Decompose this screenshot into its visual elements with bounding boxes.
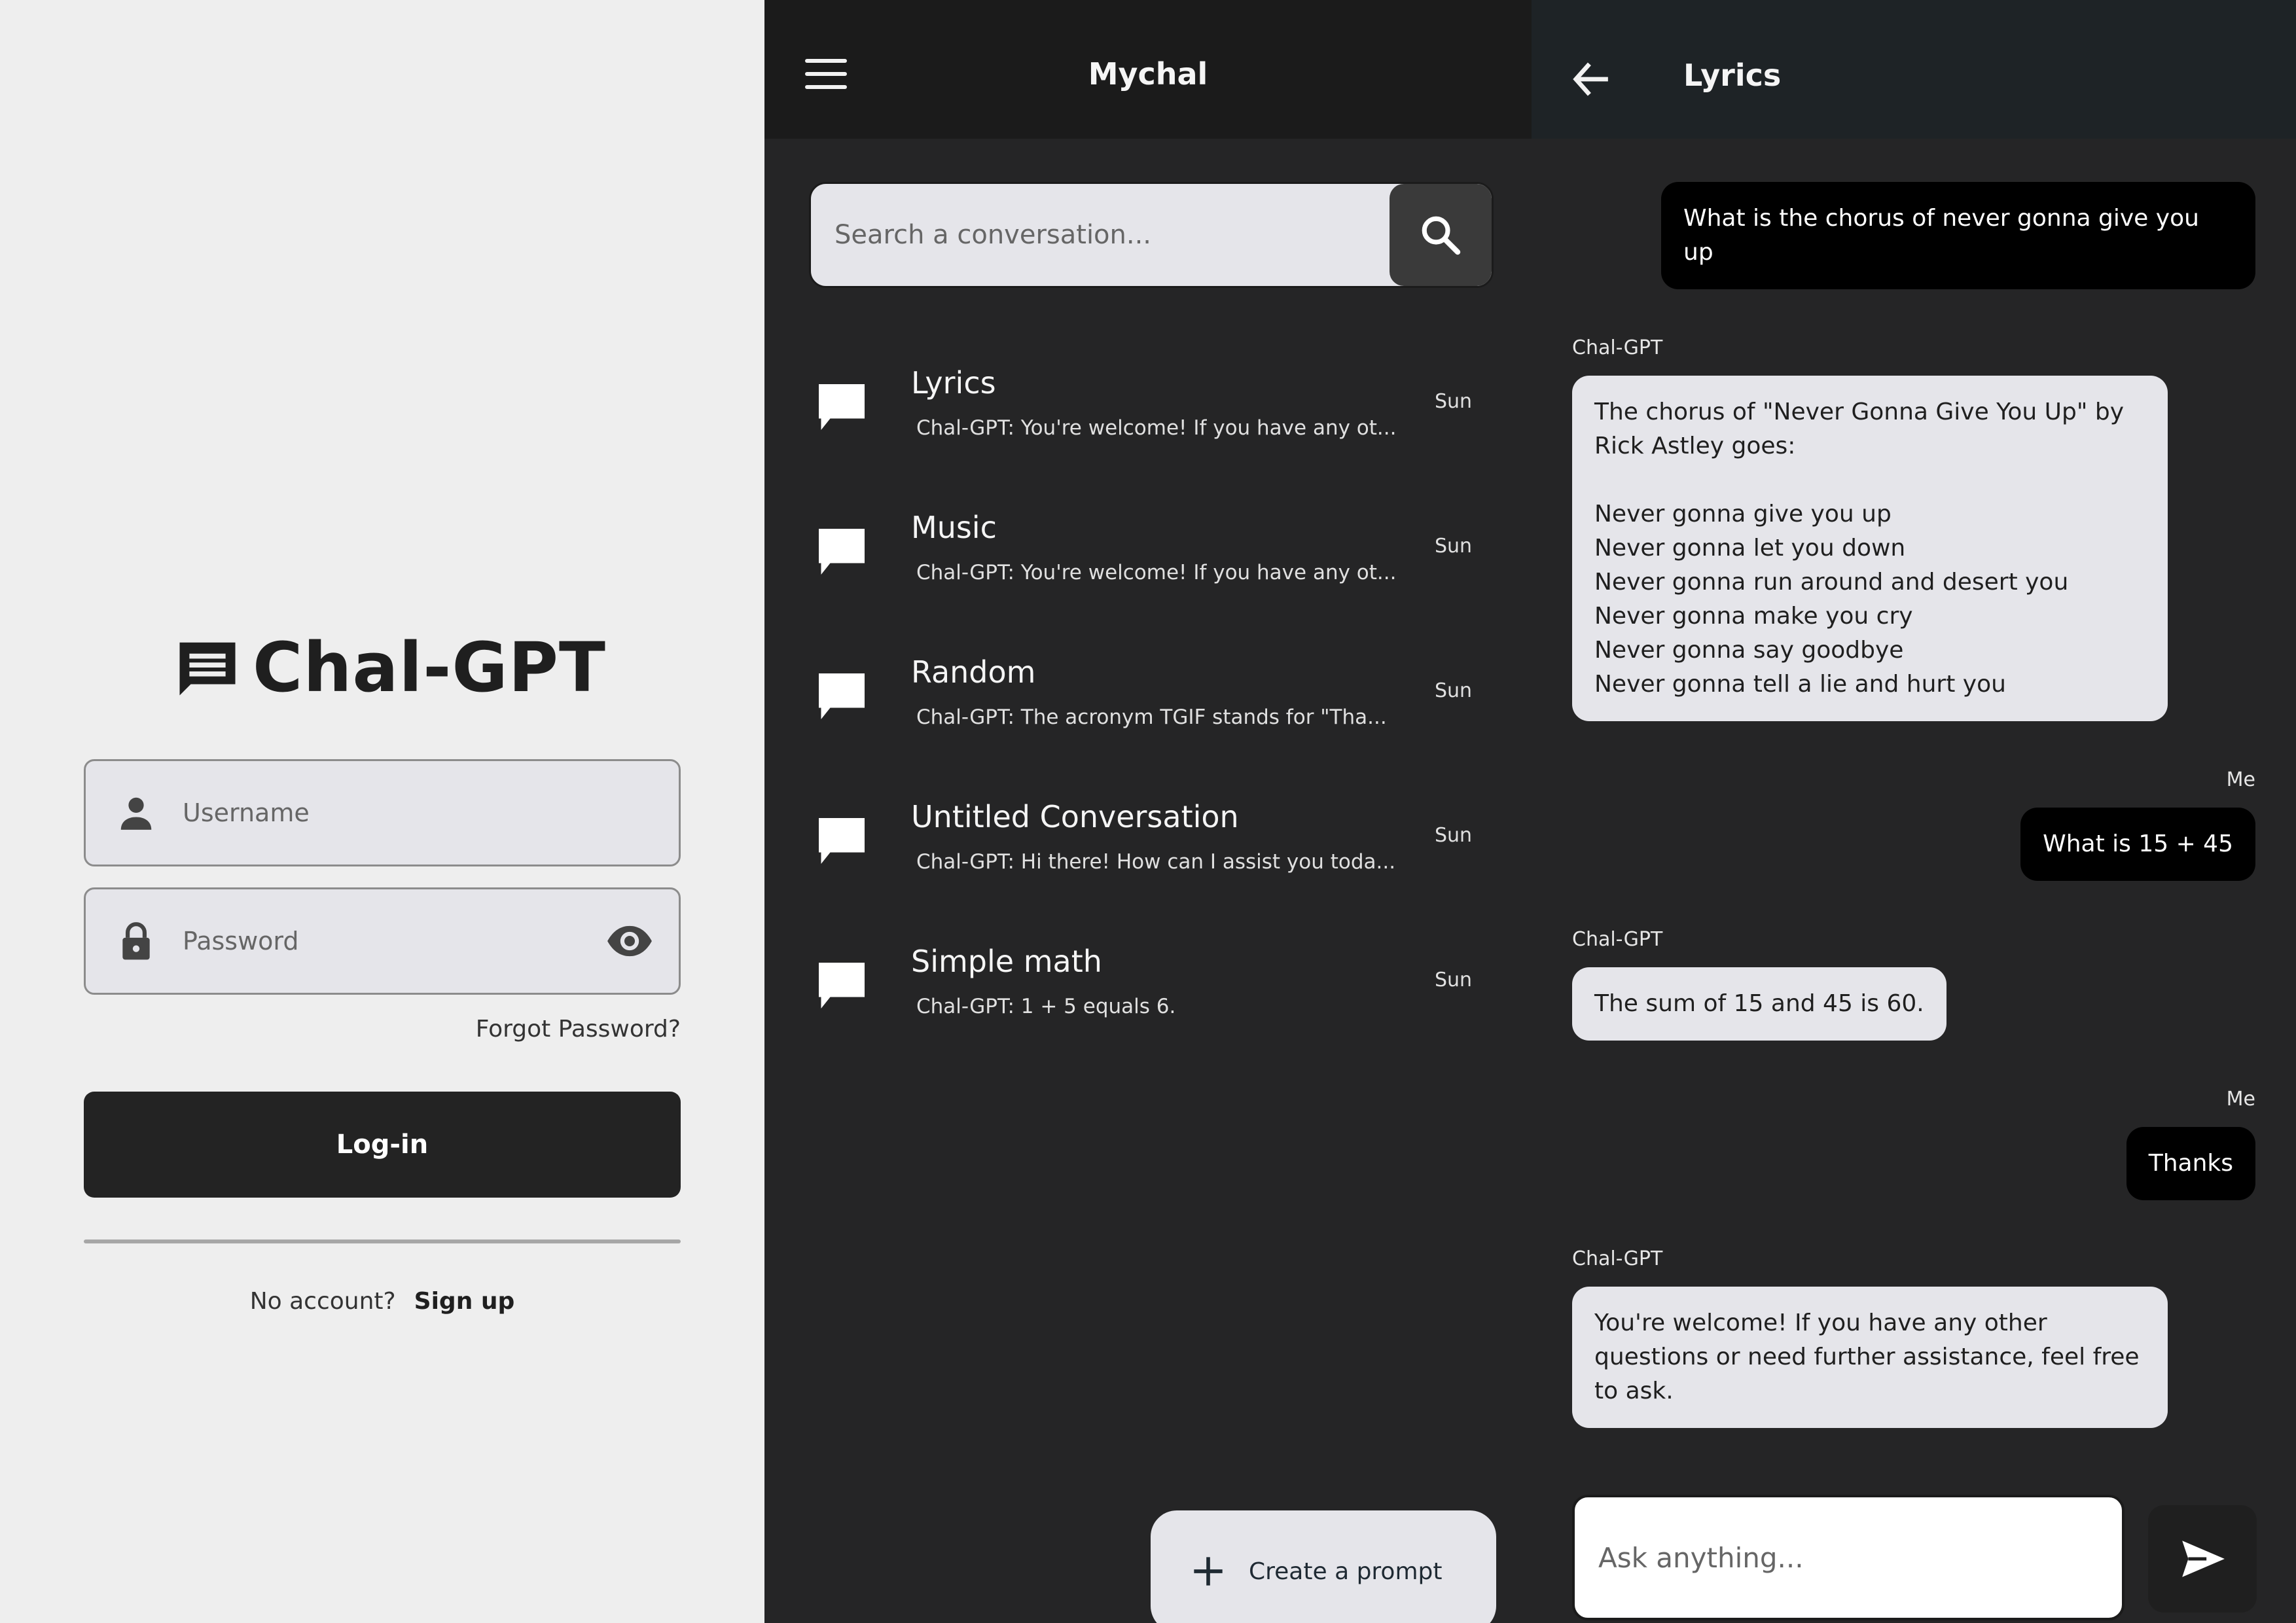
search-button[interactable]: [1390, 184, 1492, 286]
arrow-left-icon[interactable]: [1571, 59, 1611, 99]
sender-label: Me: [2226, 1088, 2255, 1111]
conversation-item-simple-math[interactable]: Simple math Chal-GPT: 1 + 5 equals 6. Su…: [764, 932, 1532, 1063]
eye-icon[interactable]: [605, 917, 654, 965]
search-icon: [1422, 216, 1461, 255]
search-input[interactable]: [834, 184, 1371, 286]
search-bar: [809, 182, 1494, 288]
sender-label: Chal-GPT: [1572, 928, 1663, 951]
lock-icon: [122, 922, 150, 960]
send-icon: [2182, 1541, 2225, 1577]
divider: [84, 1240, 681, 1243]
list-title: Mychal: [1088, 56, 1208, 92]
message-bubble-ai: You're welcome! If you have any other qu…: [1572, 1287, 2168, 1428]
conversation-day: Sun: [1435, 535, 1473, 558]
chat-bubble-icon: [819, 529, 865, 575]
conversation-preview: Chal-GPT: The acronym TGIF stands for "T…: [916, 705, 1387, 729]
conversation-list-screen: Mychal Lyrics Chal-GPT: You're welcome! …: [764, 0, 1532, 1623]
message-bubble-me: Thanks: [2126, 1127, 2255, 1200]
chat-title: Lyrics: [1683, 58, 1782, 93]
conversation-item-random[interactable]: Random Chal-GPT: The acronym TGIF stands…: [764, 643, 1532, 774]
conversation-name: Random: [911, 654, 1036, 690]
no-account-label: No account?: [249, 1288, 396, 1315]
chat-bubble-icon: [819, 818, 865, 864]
chat-lines-icon: [179, 642, 236, 696]
message-input[interactable]: [1598, 1497, 2109, 1618]
username-input[interactable]: [183, 798, 679, 827]
login-screen: Chal-GPT Forgot Password? Log-in No acco…: [0, 0, 764, 1623]
conversation-day: Sun: [1435, 824, 1473, 847]
password-input[interactable]: [183, 927, 605, 955]
sign-up-link[interactable]: Sign up: [414, 1288, 515, 1315]
username-field[interactable]: [84, 759, 681, 866]
create-prompt-button[interactable]: Create a prompt: [1151, 1510, 1496, 1623]
person-icon: [120, 797, 152, 830]
list-app-bar: Mychal: [764, 0, 1532, 139]
chat-bubble-icon: [819, 673, 865, 719]
signup-row: No account? Sign up: [0, 1288, 764, 1315]
brand: Chal-GPT: [174, 628, 606, 707]
conversation-item-music[interactable]: Music Chal-GPT: You're welcome! If you h…: [764, 498, 1532, 629]
conversation-name: Music: [911, 510, 997, 545]
message-composer: [1572, 1495, 2125, 1620]
conversation-item-lyrics[interactable]: Lyrics Chal-GPT: You're welcome! If you …: [764, 353, 1532, 484]
conversation-day: Sun: [1435, 679, 1473, 702]
login-button[interactable]: Log-in: [84, 1092, 681, 1198]
send-button[interactable]: [2148, 1505, 2257, 1613]
conversation-name: Lyrics: [911, 365, 996, 401]
chat-bubble-icon: [819, 384, 865, 430]
forgot-password-link[interactable]: Forgot Password?: [476, 1016, 681, 1043]
conversation-preview: Chal-GPT: Hi there! How can I assist you…: [916, 850, 1396, 874]
password-field[interactable]: [84, 887, 681, 995]
conversation-preview: Chal-GPT: 1 + 5 equals 6.: [916, 995, 1176, 1018]
chat-bubble-icon: [819, 963, 865, 1008]
plus-icon: [1194, 1557, 1223, 1586]
conversation-name: Simple math: [911, 944, 1102, 979]
message-bubble-ai: The chorus of "Never Gonna Give You Up" …: [1572, 376, 2168, 721]
conversation-preview: Chal-GPT: You're welcome! If you have an…: [916, 561, 1397, 584]
message-bubble-ai: The sum of 15 and 45 is 60.: [1572, 967, 1946, 1041]
conversation-name: Untitled Conversation: [911, 799, 1239, 834]
message-bubble-me: What is 15 + 45: [2020, 808, 2255, 881]
chat-app-bar: Lyrics: [1532, 0, 2296, 139]
chat-screen: Lyrics What is the chorus of never gonna…: [1532, 0, 2296, 1623]
conversation-day: Sun: [1435, 969, 1473, 991]
conversation-day: Sun: [1435, 390, 1473, 413]
create-prompt-label: Create a prompt: [1249, 1558, 1443, 1585]
conversation-item-untitled[interactable]: Untitled Conversation Chal-GPT: Hi there…: [764, 787, 1532, 918]
message-bubble-me: What is the chorus of never gonna give y…: [1661, 182, 2255, 289]
sender-label: Me: [2226, 768, 2255, 791]
sender-label: Chal-GPT: [1572, 336, 1663, 359]
sender-label: Chal-GPT: [1572, 1247, 1663, 1270]
app-title: Chal-GPT: [253, 628, 606, 707]
conversation-preview: Chal-GPT: You're welcome! If you have an…: [916, 416, 1397, 440]
